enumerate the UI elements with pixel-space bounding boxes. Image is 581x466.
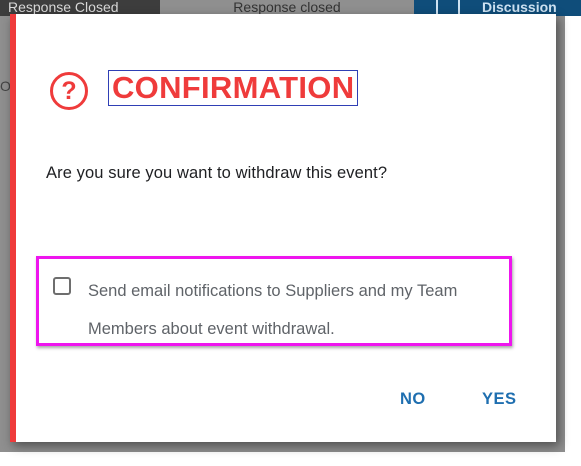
bg-tab-label: Response Closed [8,0,119,15]
question-circle-icon: ? [50,72,88,110]
yes-button[interactable]: YES [482,390,517,409]
email-notification-label[interactable]: Send email notifications to Suppliers an… [88,272,508,348]
bg-tab-label: Discussion [482,0,557,15]
dialog-title: CONFIRMATION [112,70,355,105]
screenshot-margin-right [565,16,581,466]
bg-tab-label: Response closed [233,0,341,15]
no-button[interactable]: NO [400,390,426,409]
dialog-message: Are you sure you want to withdraw this e… [46,164,388,182]
title-highlight-box: CONFIRMATION [108,70,359,106]
screenshot-margin-bottom [0,452,581,466]
email-notification-checkbox[interactable] [53,277,71,295]
confirmation-dialog: ? CONFIRMATION Are you sure you want to … [10,14,556,442]
